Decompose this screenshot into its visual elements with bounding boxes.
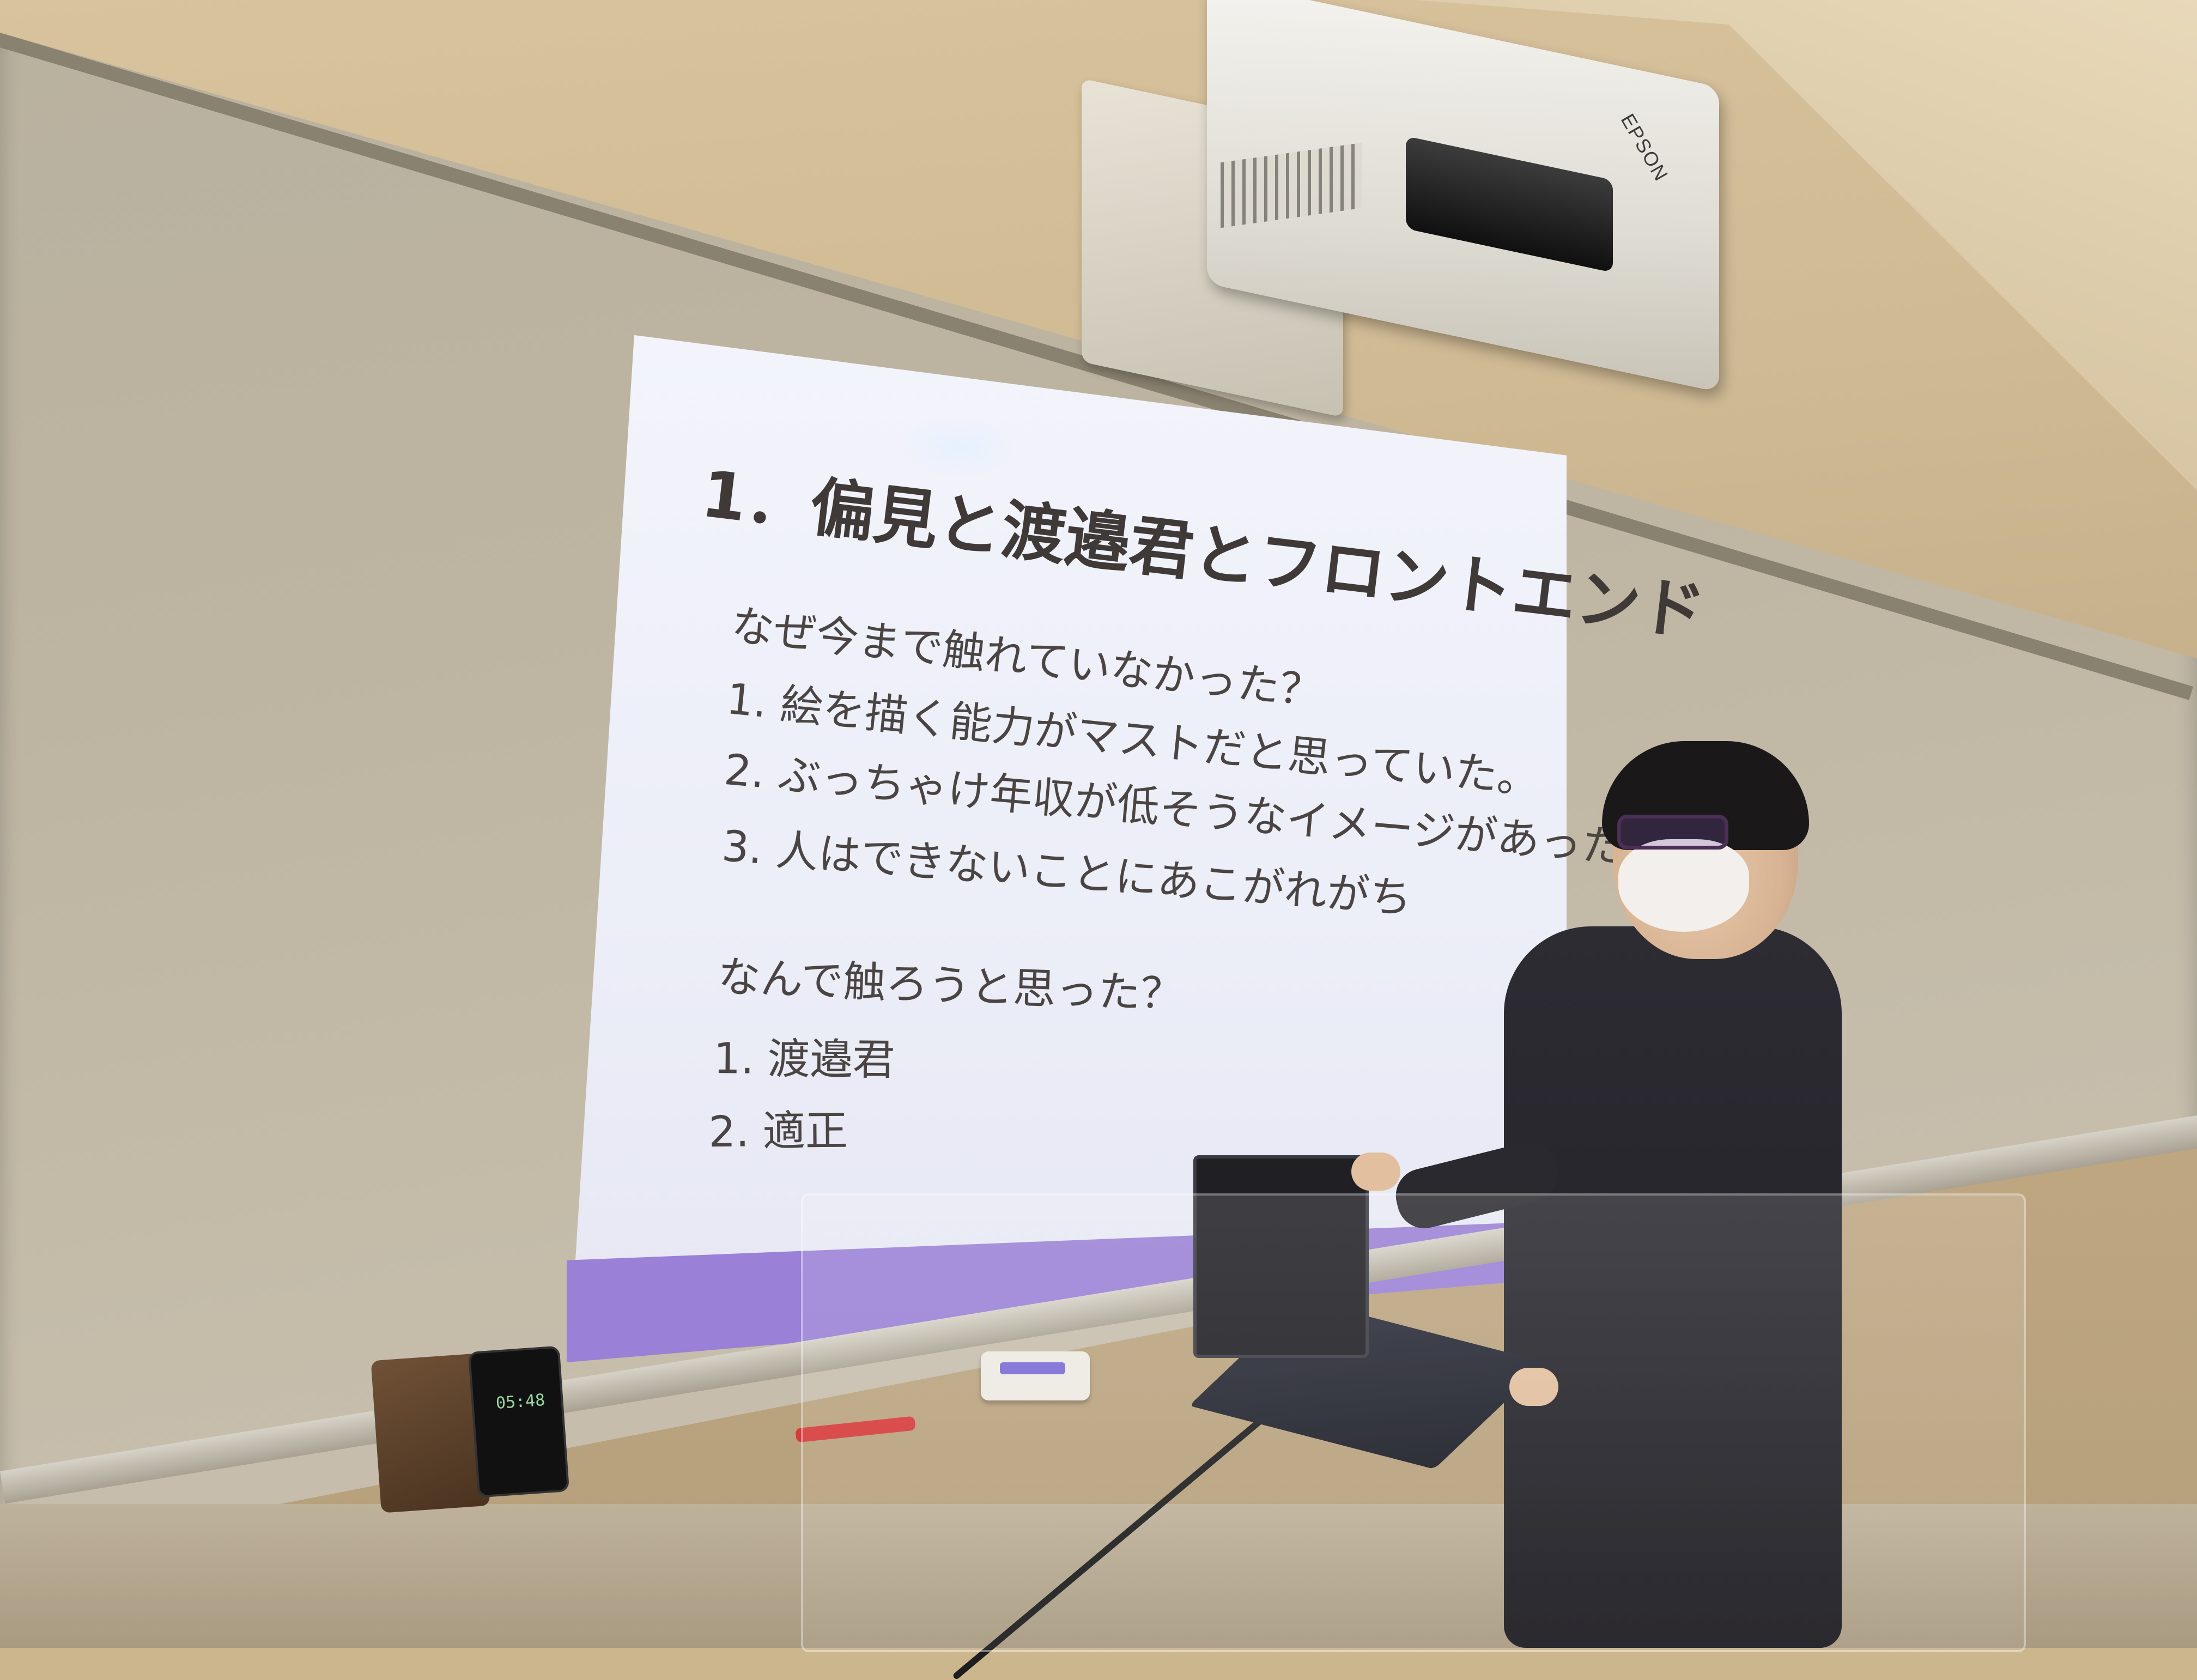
acrylic-partition [801,1193,2026,1652]
presenter-hand [1351,1153,1400,1191]
classroom-scene: EPSON 1．偏見と渡邉君とフロントエンド なぜ今まで触れていなかった？ 1.… [0,0,2197,1680]
slide-list-item: 2. 適正 [708,1106,848,1157]
face-mask [1618,839,1749,932]
phone-clock: 05:48 [495,1390,546,1414]
glasses [1617,815,1728,850]
smartphone [468,1345,570,1498]
slide-list-item: 1. 渡邉君 [713,1034,896,1085]
